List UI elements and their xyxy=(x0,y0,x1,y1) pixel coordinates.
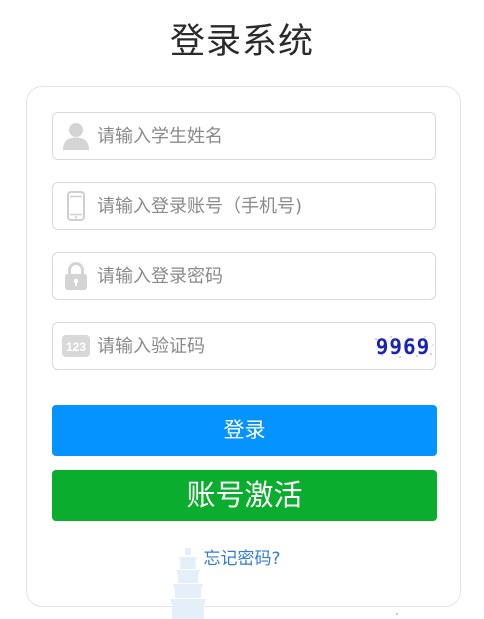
login-button[interactable]: 登录 xyxy=(52,405,437,456)
student-name-field[interactable] xyxy=(52,112,436,160)
forgot-password-link[interactable]: 忘记密码? xyxy=(0,547,484,571)
activate-account-button[interactable]: 账号激活 xyxy=(52,470,437,521)
user-icon-head xyxy=(69,123,83,137)
mobile-phone-icon xyxy=(61,191,91,221)
account-phone-field[interactable] xyxy=(52,182,436,230)
decorative-dot xyxy=(396,613,398,615)
page-title: 登录系统 xyxy=(169,22,314,62)
lock-icon xyxy=(61,261,91,291)
captcha-input[interactable] xyxy=(97,332,357,360)
password-input[interactable] xyxy=(97,262,427,290)
account-phone-input[interactable] xyxy=(97,192,427,220)
number-123-icon: 123 xyxy=(61,331,91,361)
student-name-input[interactable] xyxy=(97,122,427,150)
captcha-field[interactable]: 123 9969 xyxy=(52,322,436,370)
captcha-icon-text: 123 xyxy=(66,340,86,354)
user-icon xyxy=(61,121,91,151)
password-field[interactable] xyxy=(52,252,436,300)
captcha-image[interactable]: 9969 xyxy=(373,335,435,359)
captcha-code: 9969 xyxy=(375,335,431,359)
